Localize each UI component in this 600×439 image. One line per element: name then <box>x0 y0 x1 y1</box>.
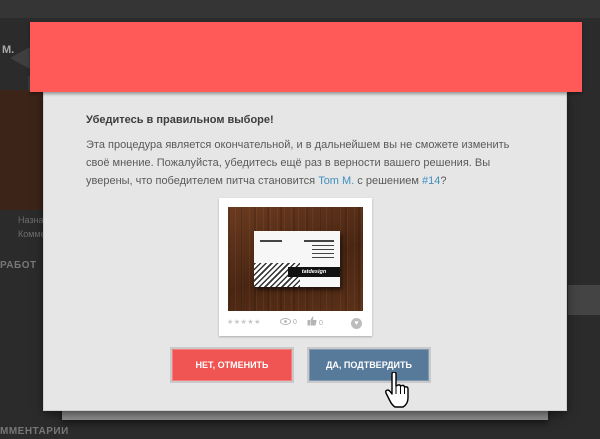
modal-message: Эта процедура является окончательной, и … <box>86 136 518 190</box>
background-snippet-2: Назна <box>18 215 44 225</box>
modal-header-ribbon <box>30 22 582 92</box>
cancel-button[interactable]: НЕТ, ОТМЕНИТЬ <box>170 347 294 383</box>
card-text-line <box>312 253 334 254</box>
eye-icon <box>280 318 291 325</box>
background-panel-right <box>568 285 600 315</box>
background-heading-works: РАБОТ <box>0 260 37 271</box>
likes-counter[interactable]: 0 <box>307 316 323 331</box>
modal-title: Убедитесь в правильном выборе! <box>86 114 274 126</box>
thumbs-up-icon <box>307 316 317 326</box>
card-text-line <box>312 257 334 258</box>
winner-user-link[interactable]: Tom M. <box>318 175 354 187</box>
heart-icon[interactable]: ♥ <box>351 318 362 329</box>
card-footer: ★★★★★ 0 0 ♥ <box>225 316 366 330</box>
card-text-line <box>260 240 282 242</box>
solution-card[interactable]: tatdesign ★★★★★ 0 0 ♥ <box>219 198 372 336</box>
background-header-bar <box>0 0 600 18</box>
background-snippet-3: Комме <box>18 229 46 239</box>
business-card-preview: tatdesign <box>254 231 340 287</box>
message-text-part: с решением <box>354 175 422 187</box>
likes-count: 0 <box>318 320 323 327</box>
card-brand-banner: tatdesign <box>288 267 340 277</box>
card-text-line <box>312 245 334 246</box>
card-text-line <box>304 240 334 242</box>
views-counter: 0 <box>280 316 297 330</box>
message-text-part: ? <box>440 175 447 187</box>
solution-link[interactable]: #14 <box>422 175 440 187</box>
views-count: 0 <box>292 319 297 326</box>
solution-thumbnail[interactable]: tatdesign <box>228 207 363 311</box>
background-heading-comments: ММЕНТАРИИ <box>0 426 69 437</box>
hand-pointer-cursor-icon <box>385 372 409 408</box>
background-panel-left <box>0 90 44 210</box>
confirm-button[interactable]: ДА, ПОДТВЕРДИТЬ <box>307 347 431 383</box>
rating-stars[interactable]: ★★★★★ <box>227 316 261 330</box>
card-text-line <box>312 249 334 250</box>
